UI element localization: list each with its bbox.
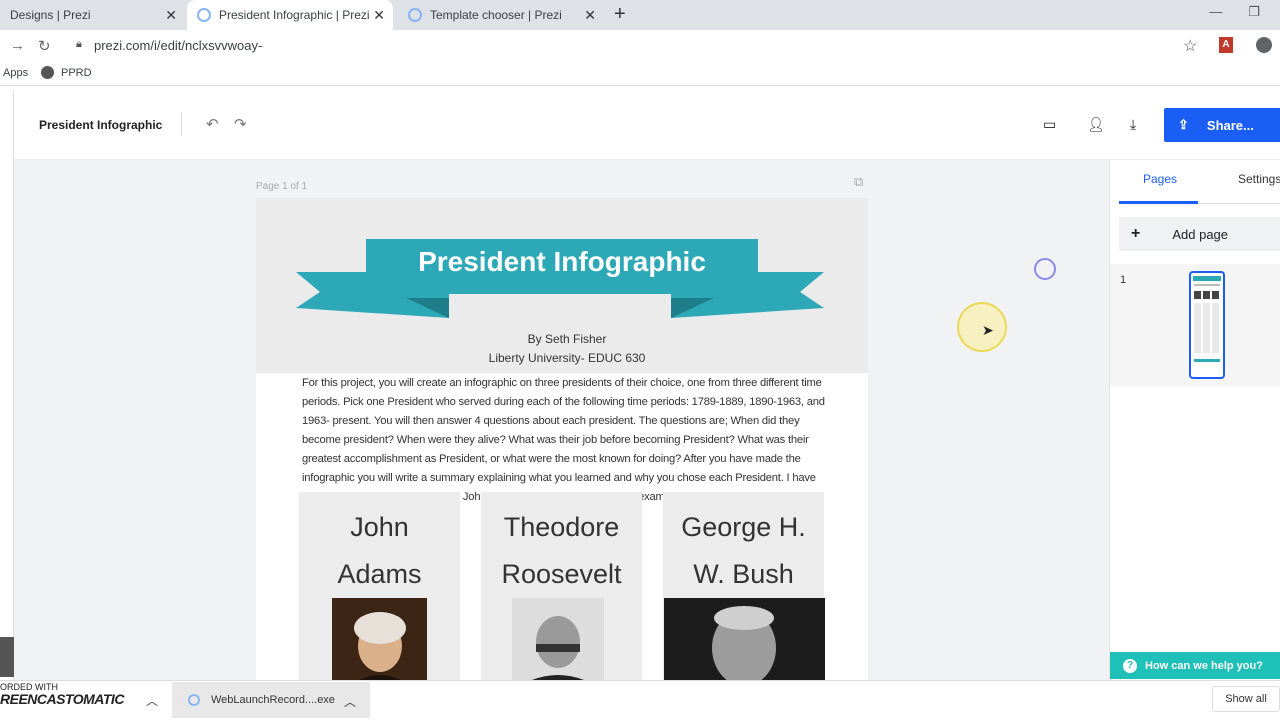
collaborators-icon[interactable]: 👤︎: [1087, 116, 1105, 133]
help-label: How can we help you?: [1145, 659, 1263, 672]
profile-avatar-icon[interactable]: [1256, 37, 1272, 53]
president-column[interactable]: John Adams: [299, 492, 460, 680]
lock-icon: 🔒︎: [76, 38, 82, 50]
page-thumbnail-row[interactable]: 1: [1110, 264, 1280, 386]
tab-designs[interactable]: Designs | Prezi ✕: [0, 0, 185, 30]
portrait-image: [664, 598, 825, 680]
reload-icon[interactable]: ↻: [38, 37, 51, 55]
portrait-image: [512, 598, 604, 680]
add-page-button[interactable]: + Add page: [1119, 217, 1280, 251]
share-button[interactable]: ⇪ Share...: [1164, 108, 1280, 142]
banner-title[interactable]: President Infographic: [366, 246, 758, 278]
recorder-brand: REENCASTOMATIC: [0, 691, 124, 707]
window-controls: — ❐: [1209, 4, 1260, 20]
help-button[interactable]: ? How can we help you?: [1110, 652, 1280, 679]
url-field[interactable]: prezi.com/i/edit/nclxsvvwoay-: [94, 38, 262, 53]
pdf-extension-icon[interactable]: A: [1219, 37, 1233, 53]
close-icon[interactable]: ✕: [165, 7, 177, 24]
undo-icon[interactable]: ↶: [206, 115, 219, 133]
page-card[interactable]: President Infographic By Seth Fisher Lib…: [256, 198, 868, 680]
course-line[interactable]: Liberty University- EDUC 630: [256, 351, 868, 365]
share-label: Share...: [1206, 117, 1254, 133]
bookmark-pprd[interactable]: PPRD: [61, 67, 92, 79]
plus-icon: +: [1131, 225, 1141, 242]
president-name: Theodore Roosevelt: [501, 512, 622, 589]
president-column[interactable]: Theodore Roosevelt: [481, 492, 642, 680]
tab-title: Template chooser | Prezi: [430, 8, 562, 22]
download-item[interactable]: WebLaunchRecord....exe ︿: [172, 682, 370, 718]
recorder-strip: [0, 637, 14, 677]
prezi-header: President Infographic ↶ ↷ ▭ 👤︎ ⤓ ⇪ Share…: [14, 90, 1280, 160]
document-title[interactable]: President Infographic: [39, 118, 162, 132]
president-name: John Adams: [337, 512, 422, 589]
portrait-image: [332, 598, 427, 680]
chevron-up-icon[interactable]: ︿: [344, 693, 356, 710]
tab-title: President Infographic | Prezi Des: [219, 8, 369, 22]
download-icon[interactable]: ⤓: [1130, 116, 1136, 133]
globe-icon: [41, 66, 54, 79]
close-icon[interactable]: ✕: [373, 7, 385, 24]
download-filename: WebLaunchRecord....exe: [211, 694, 335, 706]
active-tab-indicator: [1119, 201, 1198, 204]
page-thumbnail[interactable]: [1189, 271, 1225, 379]
president-column[interactable]: George H. W. Bush: [663, 492, 825, 680]
new-tab-button[interactable]: +: [614, 3, 626, 26]
pages-panel: Pages Settings + Add page 1: [1109, 160, 1280, 680]
star-icon[interactable]: ☆: [1183, 36, 1197, 56]
close-icon[interactable]: ✕: [584, 7, 596, 24]
editor-canvas[interactable]: Page 1 of 1 ⧉ President Infographic By S…: [14, 160, 1109, 680]
author-byline[interactable]: By Seth Fisher: [256, 332, 868, 346]
bookmark-apps[interactable]: Apps: [3, 67, 28, 79]
tab-title: Designs | Prezi: [10, 8, 91, 22]
share-icon: ⇪: [1178, 117, 1189, 132]
assignment-text[interactable]: For this project, you will create an inf…: [302, 374, 827, 507]
question-icon: ?: [1123, 658, 1137, 673]
tab-divider: [1198, 203, 1280, 204]
arrow-right-icon[interactable]: →: [10, 37, 25, 54]
address-bar: → ↻ 🔒︎ prezi.com/i/edit/nclxsvvwoay- ☆: [0, 30, 1280, 62]
show-all-button[interactable]: Show all: [1212, 686, 1280, 712]
minimize-icon[interactable]: —: [1209, 4, 1222, 20]
tab-president-infographic[interactable]: President Infographic | Prezi Des ✕: [187, 0, 393, 30]
loading-spinner-icon: [1034, 258, 1056, 280]
page-label: Page 1 of 1: [256, 181, 308, 192]
header-divider: [181, 112, 182, 136]
duplicate-page-icon[interactable]: ⧉: [854, 174, 863, 190]
redo-icon[interactable]: ↷: [234, 115, 247, 133]
bookmarks-bar: Apps PPRD: [0, 62, 1280, 86]
restore-icon[interactable]: ❐: [1248, 4, 1260, 20]
prezi-favicon-icon: [197, 8, 211, 22]
tab-pages[interactable]: Pages: [1143, 172, 1177, 186]
chevron-up-icon[interactable]: ︿: [146, 692, 158, 709]
tab-template-chooser[interactable]: Template chooser | Prezi ✕: [398, 0, 604, 30]
prezi-favicon-icon: [408, 8, 422, 22]
add-page-label: Add page: [1172, 226, 1229, 242]
tab-settings[interactable]: Settings: [1238, 172, 1280, 186]
present-icon[interactable]: ▭: [1043, 116, 1056, 133]
browser-tab-bar: Designs | Prezi ✕ President Infographic …: [0, 0, 1280, 30]
mouse-pointer-icon: ➤: [982, 322, 994, 338]
president-name: George H. W. Bush: [681, 512, 806, 589]
download-file-icon: [188, 694, 200, 706]
left-strip: [0, 90, 14, 680]
page-number: 1: [1120, 274, 1127, 286]
